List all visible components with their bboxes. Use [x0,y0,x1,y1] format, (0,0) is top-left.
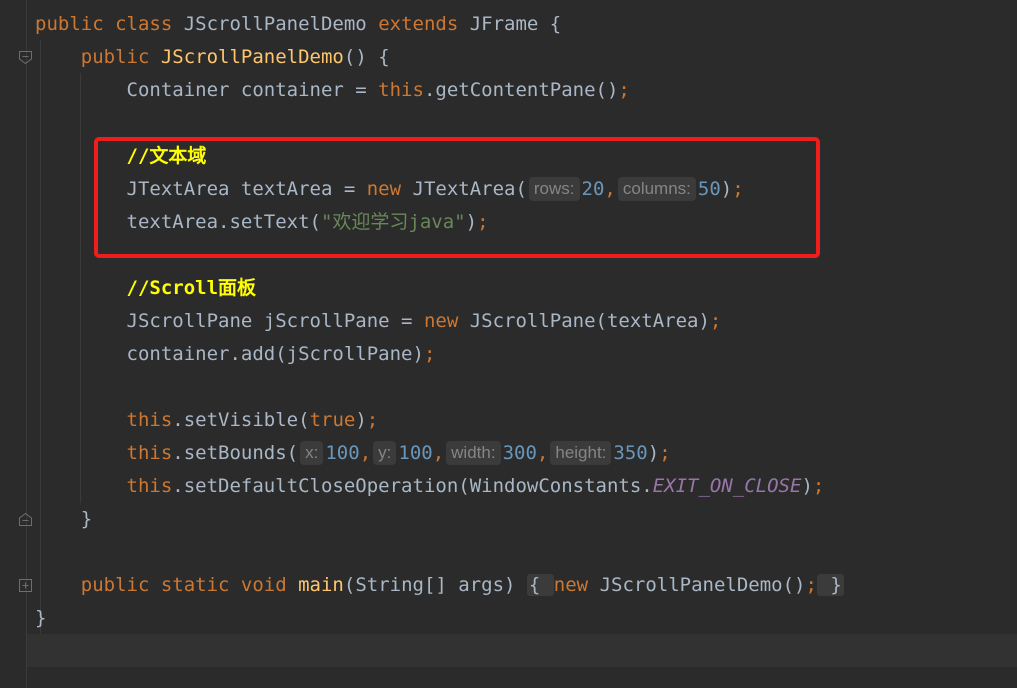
code-line[interactable]: this.setBounds(x: 100, y: 100, width: 300, hei… [35,437,844,470]
code-text: ) [355,409,367,431]
code-editor[interactable]: public class JScrollPanelDemo extends JF… [35,8,844,668]
punctuation-token: ; [812,475,825,497]
fold-open-icon[interactable] [18,50,33,65]
code-text: .getContentPane() [423,79,619,101]
keyword-token: extends [378,13,470,35]
code-line[interactable]: //Scroll面板 [35,272,844,305]
code-line[interactable] [35,107,844,140]
code-text: JScrollPanelDemo() [599,574,806,596]
code-line[interactable]: public class JScrollPanelDemo extends JF… [35,8,844,41]
punctuation-token: , [536,442,549,464]
code-line[interactable]: } [35,602,844,635]
number-literal: 300 [502,442,537,464]
code-line[interactable] [35,371,844,404]
code-text: } [35,607,47,629]
code-line[interactable]: Container container = this.getContentPan… [35,74,844,107]
code-text: ) [801,475,813,497]
code-line[interactable]: this.setDefaultCloseOperation(WindowCons… [35,470,844,503]
keyword-token: public [80,46,161,68]
keyword-token: this [126,409,173,431]
code-line[interactable] [35,635,844,668]
number-literal: 350 [613,442,648,464]
keyword-token: new [553,574,600,596]
function-name-token: main [298,574,344,596]
code-text: ) [647,442,660,464]
code-line[interactable] [35,536,844,569]
number-literal: 100 [398,442,433,464]
parameter-hint: width: [446,441,501,465]
keyword-token: public static void [80,574,299,596]
folded-brace: } [816,574,844,596]
code-text: .setBounds( [172,442,299,464]
punctuation-token: ; [709,310,722,332]
keyword-token: this [378,79,424,101]
keyword-token: this [126,442,173,464]
code-text: JScrollPane jScrollPane = [35,310,424,332]
code-text: container.add(jScrollPane) [35,343,424,365]
comment-text: //Scroll面板 [126,277,257,299]
folded-brace: { [526,574,554,596]
keyword-token: new [423,310,470,332]
punctuation-token: ; [366,409,379,431]
code-text: JScrollPane(textArea) [469,310,710,332]
code-line[interactable]: this.setVisible(true); [35,404,844,437]
code-text: () { [343,46,390,68]
code-text: JFrame { [469,13,562,35]
keyword-token: this [126,475,173,497]
code-text: .setVisible( [172,409,310,431]
punctuation-token: ; [618,79,630,101]
code-text: JScrollPanelDemo [183,13,379,35]
number-literal: 100 [325,442,360,464]
keyword-token: true [309,409,356,431]
code-text: } [35,508,93,530]
code-line[interactable]: } [35,503,844,536]
punctuation-token: , [359,442,372,464]
code-line[interactable]: container.add(jScrollPane); [35,338,844,371]
code-text: (String[] args) [343,574,527,596]
keyword-token: public class [35,13,184,35]
constant-token: EXIT_ON_CLOSE [652,475,802,497]
punctuation-token: , [432,442,445,464]
annotation-highlight-box [94,137,820,258]
code-line[interactable]: JScrollPane jScrollPane = new JScrollPan… [35,305,844,338]
code-text: Container container = [35,79,379,101]
parameter-hint: height: [550,441,612,465]
parameter-hint: y: [373,441,397,465]
parameter-hint: x: [300,441,324,465]
code-line[interactable]: public static void main(String[] args) {… [35,569,844,602]
fold-collapsed-icon[interactable] [18,578,33,593]
punctuation-token: ; [805,574,817,596]
punctuation-token: ; [659,442,671,464]
function-name-token: JScrollPanelDemo [160,46,344,68]
punctuation-token: ; [423,343,436,365]
code-line[interactable]: public JScrollPanelDemo() { [35,41,844,74]
fold-close-icon[interactable] [18,512,33,527]
code-text: .setDefaultCloseOperation(WindowConstant… [172,475,653,497]
